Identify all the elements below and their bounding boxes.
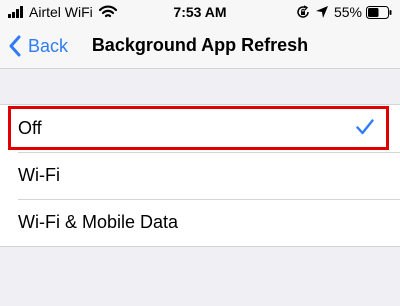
option-label: Off [18,118,42,138]
rotation-lock-icon [297,5,309,18]
battery-percentage: 55% [333,4,362,20]
navigation-bar: Back Background App Refresh [0,24,400,69]
back-button[interactable]: Back [8,32,68,60]
option-wifi[interactable]: Wi-Fi [0,152,400,199]
option-label: Wi-Fi [18,165,60,185]
option-label: Wi-Fi & Mobile Data [18,212,179,232]
back-label: Back [28,35,69,56]
status-bar: Airtel WiFi 7:53 AM 55% [0,0,400,24]
battery-icon [366,5,392,19]
option-off[interactable]: Off [0,105,400,152]
refresh-options-list: Off Wi-Fi Wi-Fi & Mobile Data [0,104,400,247]
checkmark-icon [356,119,374,135]
chevron-left-icon [9,35,21,57]
status-right: 55% [296,4,392,20]
location-icon [315,6,328,18]
option-wifi-mobile-data[interactable]: Wi-Fi & Mobile Data [0,199,400,246]
